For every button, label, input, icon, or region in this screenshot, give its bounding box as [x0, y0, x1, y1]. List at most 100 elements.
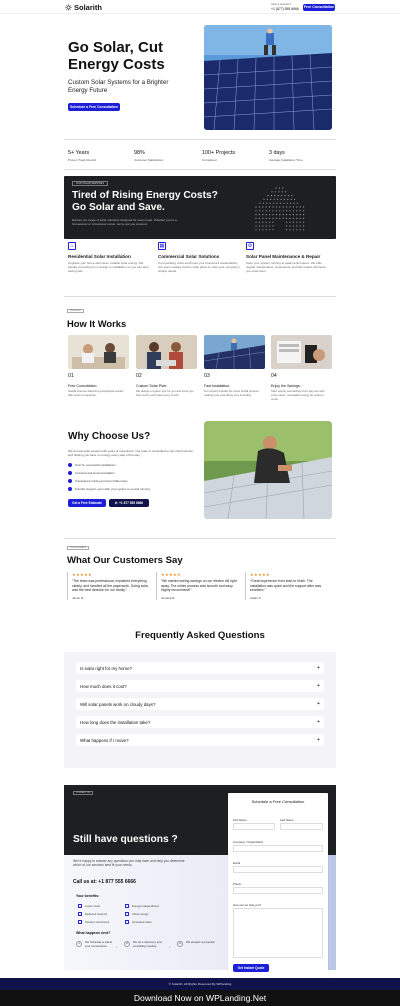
plus-icon[interactable]: +	[317, 665, 320, 671]
faq-item[interactable]: Is solar right for my home? +	[76, 662, 324, 674]
decor-dot	[258, 221, 260, 223]
last-name-input[interactable]	[280, 823, 323, 830]
faq-item[interactable]: Will solar panels work on cloudy days? +	[76, 698, 324, 710]
why-item-label: Over 5+ successful installations	[75, 463, 116, 467]
decor-dot	[269, 214, 271, 216]
header-phone[interactable]: +1 (877) 555 6666	[271, 7, 299, 11]
decor-dot	[287, 198, 289, 200]
stat-value: 100+ Projects	[202, 150, 236, 156]
decor-dot	[275, 206, 277, 208]
plus-icon[interactable]: +	[317, 701, 320, 707]
contact-phone[interactable]: Call us at: +1 877 555 6666	[73, 879, 136, 885]
contact-title: Still have questions ?	[73, 834, 178, 845]
phone-field[interactable]	[233, 887, 323, 894]
step-text: Global chemes delivering exceptional res…	[68, 389, 124, 397]
testimonial-author: Jason R.	[72, 595, 85, 600]
company-input[interactable]	[233, 845, 323, 852]
decor-dot	[278, 191, 280, 193]
plus-icon[interactable]: +	[317, 737, 320, 743]
schedule-consultation-button[interactable]: Schedule a Free Consultation	[68, 103, 120, 111]
company-label: Company / Organization	[233, 840, 264, 844]
check-icon	[68, 463, 72, 467]
form-title: Schedule a Free Consultation	[251, 799, 305, 804]
why-item-label: Transparent pricing and zero hidden fees	[75, 479, 128, 483]
benefit-label: Reduced footprint	[85, 912, 108, 916]
free-consultation-button[interactable]: Free Consultation	[303, 3, 335, 11]
message-textarea[interactable]	[233, 908, 323, 958]
next-steps-title: What happens next?	[76, 931, 111, 935]
first-name-input[interactable]	[233, 823, 275, 830]
logo-text[interactable]: Solarith	[74, 3, 102, 12]
step-number-badge: 1	[76, 941, 82, 947]
benefit-label: Energy independence	[132, 904, 160, 908]
decor-dot	[269, 221, 271, 223]
plus-icon[interactable]: +	[317, 683, 320, 689]
decor-dot	[272, 206, 274, 208]
installer-image	[204, 421, 332, 519]
get-quote-button[interactable]: Get Instant Quote	[233, 964, 269, 972]
decor-dot	[285, 191, 287, 193]
decor-dot	[255, 217, 257, 219]
arrow-right-icon: ›	[169, 944, 171, 949]
decor-dot	[259, 202, 261, 204]
sun-logo-icon	[65, 3, 72, 11]
faq-item[interactable]: How much does it cost? +	[76, 680, 324, 692]
free-estimate-button[interactable]: Get a Free Estimate	[68, 499, 106, 507]
testimonial-quote: “The team was professional, explained ev…	[72, 579, 149, 593]
testimonial-card: ★★★★★ “The team was professional, explai…	[67, 572, 149, 600]
house-icon: ⌂	[68, 242, 76, 250]
decor-dot	[296, 225, 298, 227]
faq-item[interactable]: How long does the installation take? +	[76, 716, 324, 728]
step-number-badge: 2	[124, 941, 130, 947]
plus-icon[interactable]: +	[317, 719, 320, 725]
decor-dot	[265, 210, 267, 212]
decor-dot	[255, 210, 257, 212]
contact-text: We're happy to answer any questions you …	[73, 859, 185, 868]
why-list-item: Friendly support, even after your system…	[68, 487, 150, 491]
decor-dot	[286, 202, 288, 204]
faq-item[interactable]: What happens if I move? +	[76, 734, 324, 746]
decor-dot	[272, 221, 274, 223]
decor-dot	[269, 229, 271, 231]
feature-title: Solar Panel Maintenance & Repair	[246, 254, 321, 259]
why-item-label: Licensed and insured installers	[75, 471, 115, 475]
decor-dot	[277, 195, 279, 197]
decor-dot	[273, 202, 275, 204]
benefit-item: Lower costs	[78, 904, 100, 908]
benefit-icon	[125, 912, 129, 916]
testimonials-tag: TESTIMONIALS	[67, 546, 90, 550]
testimonial-author: Adam K.	[250, 595, 262, 600]
email-field[interactable]	[233, 866, 323, 873]
decor-dot	[258, 229, 260, 231]
decor-dot	[262, 221, 264, 223]
call-phone-button[interactable]: ✆ +1 877 555 6666	[109, 499, 149, 507]
decor-dot	[303, 206, 305, 208]
services-title: Tired of Rising Energy Costs? Go Solar a…	[72, 190, 218, 213]
testimonial-quote: “Great experience from start to finish. …	[250, 579, 322, 593]
step-number: 03	[204, 373, 210, 379]
next-step: 3 We prepare a proposal	[177, 940, 217, 947]
decor-dot	[265, 229, 267, 231]
decor-dot	[270, 198, 272, 200]
decor-dot	[286, 217, 288, 219]
decor-dot	[275, 214, 277, 216]
process-tag: PROCESS	[67, 309, 84, 313]
step-number-badge: 3	[177, 941, 183, 947]
decor-dot	[271, 191, 273, 193]
decor-dot	[280, 198, 282, 200]
testimonial-card: ★★★★★ “Great experience from start to fi…	[245, 572, 327, 600]
last-name-label: Last Name	[280, 818, 294, 822]
decor-dot	[272, 225, 274, 227]
stat-value: 3 days	[269, 150, 285, 156]
download-banner-link[interactable]: Download Now on WPLanding.Net	[0, 990, 400, 1006]
help-label: How can we help you?	[233, 903, 262, 907]
decor-dot	[273, 198, 275, 200]
first-name-label: First Name	[233, 818, 247, 822]
decor-dot	[303, 217, 305, 219]
decor-dot	[278, 187, 280, 189]
benefit-label: Increased value	[132, 920, 152, 924]
decor-dot	[299, 229, 301, 231]
decor-dot	[296, 229, 298, 231]
divider	[64, 169, 336, 170]
decor-dot	[258, 225, 260, 227]
